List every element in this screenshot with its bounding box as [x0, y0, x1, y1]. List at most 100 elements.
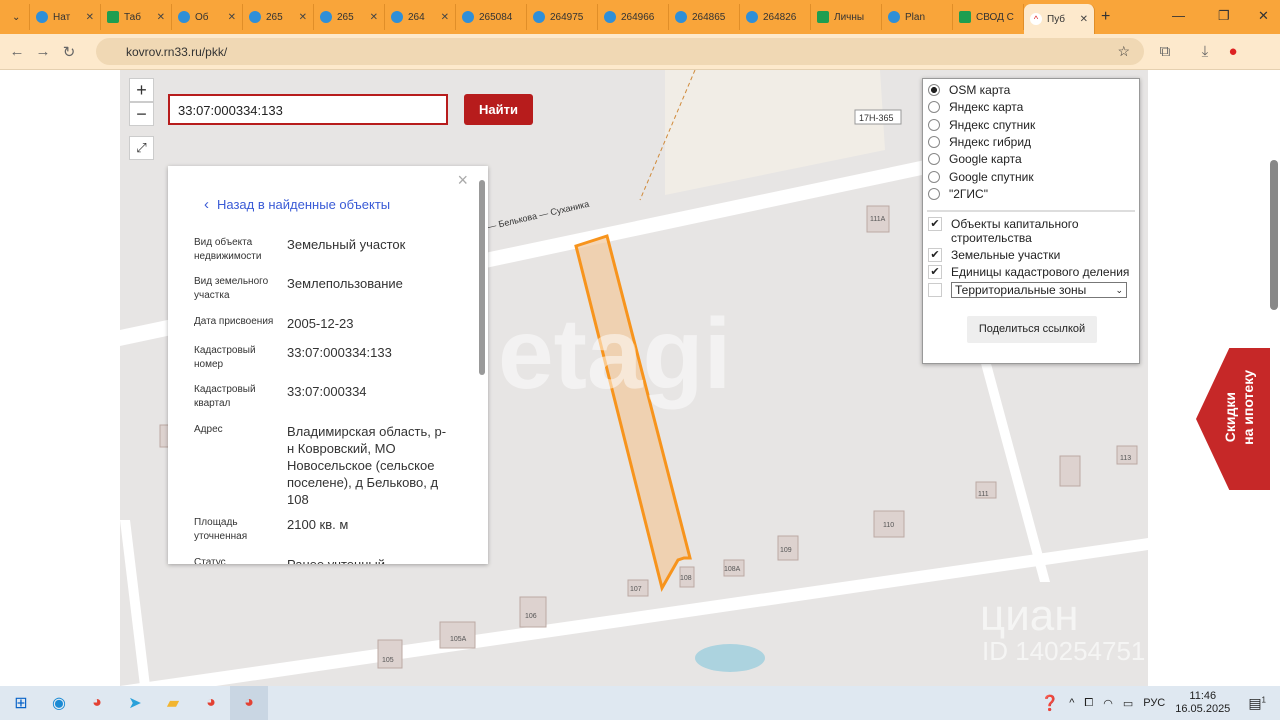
edge-icon[interactable]: ◉ [40, 686, 78, 720]
tab[interactable]: 264966 [598, 4, 669, 30]
close-tab-icon[interactable]: ✕ [299, 12, 307, 23]
layer-radio-google-satellite[interactable]: Google спутник [928, 170, 1034, 184]
download-icon[interactable]: ⤓ [1192, 43, 1218, 60]
info-row: СтатусРанее учтенный [194, 557, 385, 564]
chrome-icon[interactable]: ◕ [78, 686, 116, 720]
svg-text:108А: 108А [724, 566, 741, 573]
bookmark-star-icon[interactable]: ☆ [1117, 43, 1130, 60]
tab-list-button[interactable]: ⌄ [6, 4, 30, 30]
divider [927, 210, 1135, 212]
svg-text:110: 110 [883, 522, 894, 529]
layer-radio-osm[interactable]: OSM карта [928, 83, 1010, 97]
zones-select[interactable]: Территориальные зоны ⌄ [951, 282, 1127, 298]
site-icon [320, 11, 332, 23]
info-row: Площадь уточненная 2100 кв. м [194, 517, 349, 542]
close-tab-icon[interactable]: ✕ [370, 12, 378, 23]
tab[interactable]: Plan [882, 4, 953, 30]
url-input[interactable]: kovrov.rn33.ru/pkk/☆ [96, 38, 1144, 65]
checkbox-checked-icon: ✔ [928, 217, 942, 231]
info-row: Дата присвоения 2005-12-23 [194, 316, 354, 331]
find-button[interactable]: Найти [464, 94, 533, 125]
fullscreen-button[interactable]: ⤢ [129, 136, 154, 160]
site-icon [888, 11, 900, 23]
chrome-profile-icon[interactable]: ◕ [192, 686, 230, 720]
site-icon [675, 11, 687, 23]
tab[interactable]: 265 ✕ [243, 4, 314, 30]
notifications-icon[interactable]: ▤1 [1248, 695, 1266, 712]
selected-parcel [574, 234, 692, 592]
telegram-icon[interactable]: ➤ [116, 686, 154, 720]
forward-icon[interactable]: → [30, 43, 56, 60]
svg-text:107: 107 [630, 586, 642, 593]
profile-icon[interactable]: ● [1220, 43, 1246, 60]
site-icon [604, 11, 616, 23]
svg-text:105А: 105А [450, 636, 467, 643]
close-icon[interactable]: × [457, 170, 468, 191]
tab-active[interactable]: ^ Пуб ✕ [1024, 4, 1095, 34]
tab[interactable]: 264826 [740, 4, 811, 30]
sheets-icon [959, 11, 971, 23]
tab[interactable]: 264 ✕ [385, 4, 456, 30]
svg-text:109: 109 [780, 547, 792, 554]
zoom-out-button[interactable]: − [129, 102, 154, 126]
tab[interactable]: Таб ✕ [101, 4, 172, 30]
device-icon[interactable]: ⧠ [1084, 697, 1093, 710]
tab[interactable]: Личны [811, 4, 882, 30]
help-icon[interactable]: ❓ [1041, 694, 1060, 712]
clock[interactable]: 11:46 16.05.2025 [1175, 690, 1230, 716]
road-label: — Белькова — Суханика [486, 199, 590, 232]
close-window-button[interactable]: ✕ [1258, 8, 1269, 24]
layer-radio-2gis[interactable]: "2ГИС" [928, 187, 988, 201]
tab-bar: ⌄ Нат ✕ Таб ✕ Об ✕ 265 ✕ 265 ✕ 264 ✕ 265084 26… [0, 0, 1280, 34]
new-tab-button[interactable]: + [1095, 4, 1125, 30]
reload-icon[interactable]: ↻ [56, 43, 82, 61]
chrome-active-icon[interactable]: ◕ [230, 686, 268, 720]
back-icon[interactable]: ← [4, 43, 30, 60]
panel-scrollbar[interactable] [479, 180, 485, 375]
close-tab-icon[interactable]: ✕ [86, 12, 94, 23]
layer-radio-yandex-map[interactable]: Яндекс карта [928, 100, 1023, 114]
layer-radio-yandex-hybrid[interactable]: Яндекс гибрид [928, 135, 1031, 149]
maximize-button[interactable]: ❐ [1218, 8, 1230, 24]
cadastral-search-input[interactable]: 33:07:000334:133 [168, 94, 448, 125]
language-indicator[interactable]: РУС [1143, 697, 1165, 709]
tab[interactable]: Нат ✕ [30, 4, 101, 30]
close-tab-icon[interactable]: ✕ [157, 12, 165, 23]
close-tab-icon[interactable]: ✕ [1080, 14, 1088, 25]
tab[interactable]: 264865 [669, 4, 740, 30]
layer-radio-google-map[interactable]: Google карта [928, 152, 1022, 166]
file-explorer-icon[interactable]: ▰ [154, 686, 192, 720]
mortgage-promo-tab[interactable]: Скидки на ипотеку [1196, 348, 1270, 490]
svg-text:106: 106 [525, 613, 537, 620]
tab[interactable]: Об ✕ [172, 4, 243, 30]
zoom-in-button[interactable]: + [129, 78, 154, 102]
share-link-button[interactable]: Поделиться ссылкой [967, 316, 1097, 343]
chevron-up-icon[interactable]: ^ [1069, 697, 1074, 709]
pond [695, 644, 765, 672]
extensions-icon[interactable]: ⧉ [1152, 43, 1178, 60]
back-to-results-link[interactable]: ‹ Назад в найденные объекты [204, 196, 390, 213]
watermark: etagi [498, 298, 731, 410]
windows-start-icon[interactable]: ⊞ [2, 686, 40, 720]
close-tab-icon[interactable]: ✕ [228, 12, 236, 23]
minimize-button[interactable]: — [1172, 8, 1185, 23]
overlay-checkbox-cadastral-units[interactable]: ✔ Единицы кадастрового деления [928, 265, 1129, 279]
wifi-icon[interactable]: ◠ [1103, 697, 1113, 710]
battery-icon[interactable]: ▭ [1123, 697, 1133, 710]
tab[interactable]: 265084 [456, 4, 527, 30]
layers-panel: OSM карта Яндекс карта Яндекс спутник Ян… [922, 78, 1140, 364]
layer-radio-yandex-satellite[interactable]: Яндекс спутник [928, 118, 1035, 132]
info-row: Вид земельного участка Землепользование [194, 276, 403, 301]
tab[interactable]: 265 ✕ [314, 4, 385, 30]
svg-text:циан: циан [980, 591, 1079, 640]
overlay-checkbox-buildings[interactable]: ✔ Объекты капитального строительства [928, 217, 1128, 245]
overlay-checkbox-zones[interactable] [928, 283, 942, 297]
tab[interactable]: 264975 [527, 4, 598, 30]
close-tab-icon[interactable]: ✕ [441, 12, 449, 23]
info-row: Адрес Владимирская область, р-н Ковровски… [194, 424, 447, 507]
chevron-left-icon: ‹ [204, 196, 209, 213]
site-icon [249, 11, 261, 23]
page-scrollbar[interactable] [1270, 160, 1278, 310]
tab[interactable]: СВОД С [953, 4, 1024, 30]
overlay-checkbox-parcels[interactable]: ✔ Земельные участки [928, 248, 1060, 262]
